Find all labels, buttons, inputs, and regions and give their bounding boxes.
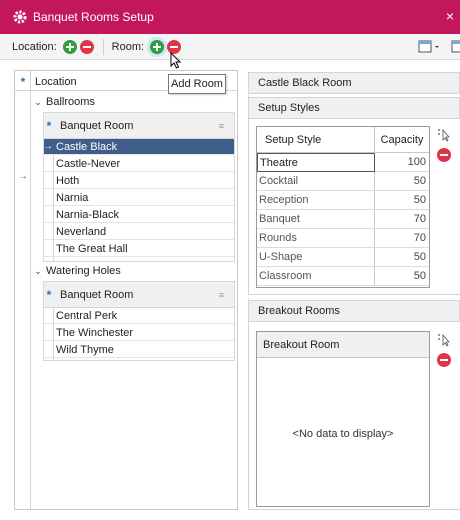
setup-style-row[interactable]: Banquet 70: [257, 210, 429, 229]
toolbar: Location: Room:: [0, 34, 460, 60]
room-name: Castle-Never: [56, 157, 121, 170]
room-name: Castle Black: [56, 140, 118, 153]
breakout-rooms-grid: Breakout Room <No data to display>: [256, 331, 430, 507]
ballrooms-detail-grid: * Banquet Room ≡ → Castle Black Castle-N…: [43, 112, 235, 262]
asterisk-icon: *: [46, 287, 52, 302]
sort-icon: ≡: [218, 120, 224, 131]
layout-icon: [418, 40, 439, 53]
room-row-selected[interactable]: → Castle Black: [43, 139, 234, 155]
row-pointer-icon: →: [43, 141, 53, 152]
banquet-room-column-header[interactable]: * Banquet Room ≡: [44, 113, 234, 139]
add-location-button[interactable]: [62, 39, 77, 54]
room-row[interactable]: Neverland: [44, 224, 234, 240]
breakout-rooms-header: Breakout Rooms: [248, 300, 460, 322]
layout-dropdown-button[interactable]: [418, 39, 442, 55]
group-label: Watering Holes: [46, 265, 121, 277]
window-title: Banquet Rooms Setup: [33, 10, 154, 24]
add-room-button[interactable]: [150, 39, 165, 54]
empty-grid-message: <No data to display>: [292, 428, 394, 440]
group-row-watering-holes[interactable]: ⌄ Watering Holes: [33, 263, 233, 279]
chevron-down-icon: ⌄: [34, 96, 42, 107]
room-name: Narnia-Black: [56, 208, 119, 221]
room-name: The Great Hall: [56, 242, 128, 255]
setup-style-row[interactable]: U-Shape 50: [257, 248, 429, 267]
group-label: Ballrooms: [46, 96, 95, 108]
room-name: Neverland: [56, 225, 107, 238]
setup-style-cell[interactable]: Banquet: [257, 210, 375, 229]
column-header-label: Banquet Room: [60, 119, 134, 132]
remove-setup-style-button[interactable]: [437, 148, 451, 162]
setup-style-row[interactable]: Classroom 50: [257, 267, 429, 286]
asterisk-icon: *: [20, 74, 26, 89]
room-name: Hoth: [56, 174, 80, 187]
room-title-header: Castle Black Room: [248, 72, 460, 94]
setup-styles-header: Setup Styles: [248, 97, 460, 119]
capacity-cell[interactable]: 50: [375, 172, 429, 191]
column-header-label: Capacity: [380, 133, 424, 146]
setup-style-cell[interactable]: Rounds: [257, 229, 375, 248]
close-button[interactable]: ×: [446, 9, 454, 23]
capacity-column-header[interactable]: Capacity: [375, 127, 429, 153]
capacity-cell[interactable]: 70: [375, 229, 429, 248]
capacity-cell[interactable]: 50: [375, 191, 429, 210]
room-name: Wild Thyme: [56, 343, 114, 356]
group-row-ballrooms[interactable]: ⌄ Ballrooms: [33, 94, 233, 110]
room-name: Central Perk: [56, 309, 118, 322]
setup-style-column-header[interactable]: Setup Style: [257, 127, 375, 153]
room-name: Narnia: [56, 191, 89, 204]
window-icon-button[interactable]: [450, 39, 460, 55]
setup-style-cell[interactable]: Cocktail: [257, 172, 375, 191]
add-room-tooltip: Add Room: [168, 74, 226, 94]
watering-holes-detail-grid: * Banquet Room ≡ Central Perk The Winche…: [43, 281, 235, 361]
setup-styles-grid: Setup Style Capacity Theatre 100 Cocktai…: [256, 126, 430, 288]
gear-icon: [13, 10, 27, 24]
chevron-down-icon: ⌄: [34, 265, 42, 276]
room-row[interactable]: The Great Hall: [44, 241, 234, 257]
setup-style-cell[interactable]: Theatre: [257, 153, 375, 172]
breakout-room-column-header[interactable]: Breakout Room: [257, 332, 429, 358]
row-indicator-column: [15, 71, 31, 509]
breakout-rooms-title: Breakout Rooms: [258, 305, 340, 317]
setup-style-row[interactable]: Rounds 70: [257, 229, 429, 248]
toolbar-separator: [102, 38, 104, 55]
setup-style-cell[interactable]: Reception: [257, 191, 375, 210]
location-header-label: Location: [35, 75, 77, 88]
capacity-cell[interactable]: 100: [375, 153, 429, 172]
capacity-cell[interactable]: 70: [375, 210, 429, 229]
room-row[interactable]: Hoth: [44, 173, 234, 189]
room-row[interactable]: Narnia-Black: [44, 207, 234, 223]
column-header-label: Setup Style: [265, 133, 322, 146]
room-name: The Winchester: [56, 326, 134, 339]
room-row[interactable]: The Winchester: [44, 325, 234, 341]
title-bar: Banquet Rooms Setup ×: [0, 0, 460, 34]
column-header-label: Banquet Room: [60, 288, 134, 301]
room-row[interactable]: Wild Thyme: [44, 342, 234, 358]
remove-location-button[interactable]: [79, 39, 94, 54]
setup-styles-title: Setup Styles: [258, 102, 320, 114]
room-row[interactable]: Narnia: [44, 190, 234, 206]
room-row[interactable]: Central Perk: [44, 308, 234, 324]
locations-tree-panel: * Location ⌄ Ballrooms * Banquet Room ≡ …: [14, 70, 238, 510]
location-label: Location:: [12, 40, 57, 53]
select-pointer-icon[interactable]: [437, 128, 451, 142]
select-pointer-icon[interactable]: [437, 333, 451, 347]
setup-style-row[interactable]: Theatre 100: [257, 153, 429, 172]
setup-style-row[interactable]: Reception 50: [257, 191, 429, 210]
focused-row-arrow-icon: →: [18, 171, 28, 182]
asterisk-icon: *: [46, 118, 52, 133]
setup-style-row[interactable]: Cocktail 50: [257, 172, 429, 191]
remove-breakout-room-button[interactable]: [437, 353, 451, 367]
room-row[interactable]: Castle-Never: [44, 156, 234, 172]
window-icon: [451, 40, 460, 53]
setup-style-cell[interactable]: U-Shape: [257, 248, 375, 267]
sort-icon: ≡: [218, 289, 224, 300]
setup-style-cell[interactable]: Classroom: [257, 267, 375, 286]
capacity-cell[interactable]: 50: [375, 267, 429, 286]
banquet-room-column-header[interactable]: * Banquet Room ≡: [44, 282, 234, 308]
room-title: Castle Black Room: [258, 77, 352, 89]
mouse-cursor-icon: [170, 52, 182, 69]
capacity-cell[interactable]: 50: [375, 248, 429, 267]
room-label: Room:: [111, 40, 145, 53]
column-header-label: Breakout Room: [263, 338, 340, 351]
